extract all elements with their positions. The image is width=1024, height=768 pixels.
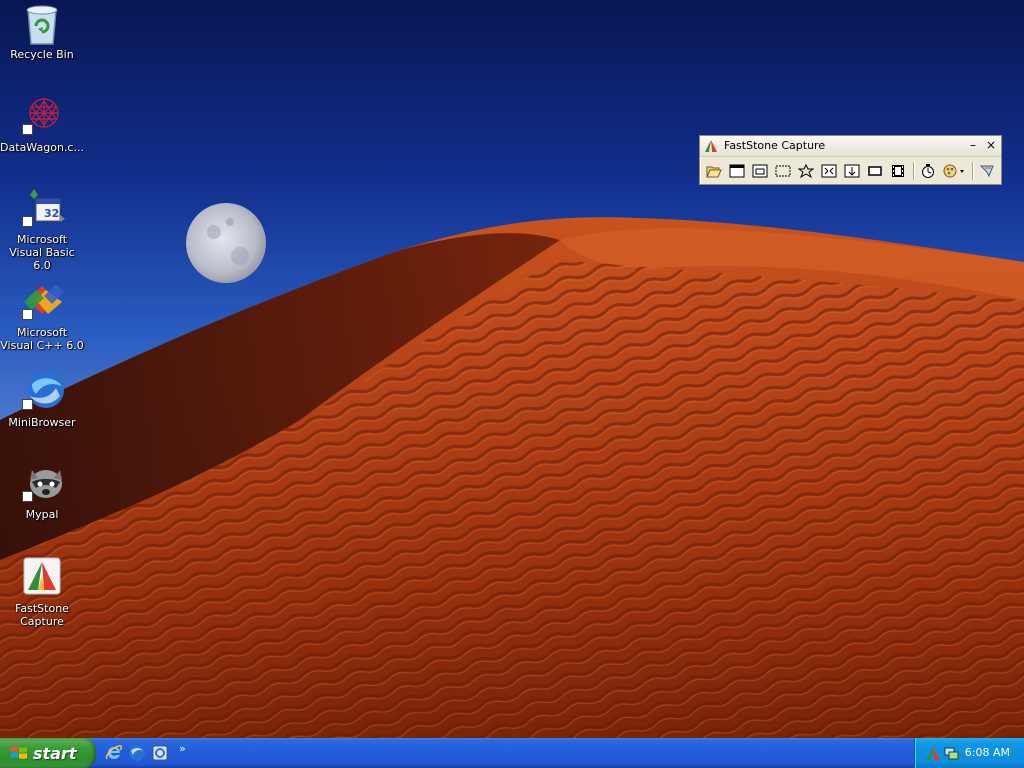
shortcut-arrow-icon — [22, 309, 33, 320]
faststone-app-icon — [705, 140, 717, 152]
capture-active-window-icon[interactable] — [726, 161, 748, 181]
desktop-icon-label: Microsoft Visual Basic 6.0 — [9, 233, 75, 272]
faststone-title-bar[interactable]: FastStone Capture – × — [700, 136, 1001, 157]
capture-fullscreen-icon[interactable] — [818, 161, 840, 181]
visual-basic-icon: 32 — [22, 187, 65, 227]
desert-wallpaper — [0, 0, 1024, 738]
minibrowser-icon[interactable] — [127, 743, 147, 763]
desktop-icon-visual-basic[interactable]: 32 Microsoft Visual Basic 6.0 — [0, 187, 84, 272]
desktop-icon-recycle-bin[interactable]: Recycle Bin — [0, 2, 84, 61]
toolbar-separator — [913, 162, 914, 180]
screen-recorder-icon[interactable] — [887, 161, 909, 181]
desktop-icon-mypal[interactable]: Mypal — [0, 462, 84, 521]
capture-rectangle-icon[interactable] — [772, 161, 794, 181]
faststone-tray-icon[interactable] — [925, 745, 941, 761]
start-button[interactable]: start — [0, 738, 96, 768]
shortcut-arrow-icon — [22, 216, 33, 227]
datawagon-icon — [22, 95, 62, 135]
system-tray: 6:08 AM — [914, 738, 1024, 768]
desktop-icon-label: Microsoft Visual C++ 6.0 — [0, 326, 84, 352]
desktop-icon-label: MiniBrowser — [8, 416, 76, 429]
visual-cpp-icon — [22, 280, 64, 320]
taskbar: start » 6:08 AM — [0, 738, 1024, 768]
open-icon[interactable] — [703, 161, 725, 181]
recycle-bin-icon — [22, 2, 62, 45]
desktop-icon-label: DataWagon.c... — [0, 141, 84, 154]
faststone-capture-icon — [22, 556, 62, 596]
close-button[interactable]: × — [984, 138, 998, 152]
faststone-title: FastStone Capture — [724, 139, 826, 152]
desktop-icon-label: Recycle Bin — [10, 48, 74, 61]
capture-scrolling-icon[interactable] — [841, 161, 863, 181]
desktop-icon-visual-cpp[interactable]: Microsoft Visual C++ 6.0 — [0, 280, 84, 352]
mypal-icon — [22, 462, 62, 502]
minimize-button[interactable]: – — [966, 138, 980, 152]
desktop-icon-minibrowser[interactable]: MiniBrowser — [0, 370, 84, 429]
svg-text:32: 32 — [44, 207, 59, 220]
capture-window-object-icon[interactable] — [749, 161, 771, 181]
delay-timer-icon[interactable] — [917, 161, 939, 181]
quick-launch: » — [104, 742, 186, 763]
internet-explorer-icon[interactable] — [104, 743, 124, 763]
minibrowser-icon — [22, 370, 64, 410]
clock[interactable]: 6:08 AM — [965, 746, 1010, 759]
network-tray-icon[interactable] — [943, 745, 959, 761]
quick-launch-overflow[interactable]: » — [179, 742, 186, 755]
desktop-icon-label: FastStone Capture — [15, 602, 69, 628]
capture-fixed-region-icon[interactable] — [864, 161, 886, 181]
desktop-icon-datawagon[interactable]: DataWagon.c... — [0, 95, 84, 154]
shortcut-arrow-icon — [22, 124, 33, 135]
start-label: start — [33, 743, 77, 763]
output-options-icon[interactable] — [940, 161, 968, 181]
shortcut-arrow-icon — [22, 399, 33, 410]
capture-freehand-icon[interactable] — [795, 161, 817, 181]
shortcut-arrow-icon — [22, 491, 33, 502]
settings-icon[interactable] — [976, 161, 998, 181]
desktop[interactable]: Recycle Bin DataWagon.c... 32 Microsoft … — [0, 0, 1024, 738]
toolbar-separator — [972, 162, 973, 180]
windows-logo-icon — [11, 746, 27, 759]
faststone-toolbar — [703, 160, 999, 182]
faststone-capture-window[interactable]: FastStone Capture – × — [699, 135, 1002, 185]
moon — [186, 203, 266, 283]
desktop-icon-faststone-capture[interactable]: FastStone Capture — [0, 556, 84, 628]
mypal-icon[interactable] — [150, 743, 170, 763]
desktop-icon-label: Mypal — [25, 508, 59, 521]
